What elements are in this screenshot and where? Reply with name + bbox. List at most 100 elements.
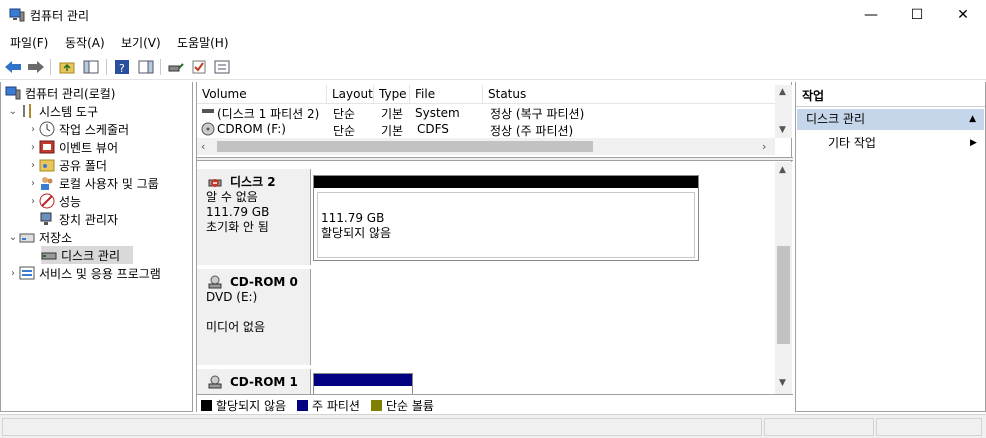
volume-list-horizontal-scrollbar[interactable]: ‹ › <box>197 138 775 155</box>
disk-2-partitions: 111.79 GB 할당되지 않음 <box>311 169 704 265</box>
legend-item: 주 파티션 <box>297 397 360 414</box>
connect-disk-button[interactable] <box>167 58 185 76</box>
horizontal-scroll-thumb[interactable] <box>217 141 593 152</box>
tree-item-event-viewer[interactable]: › 이벤트 뷰어 <box>27 138 118 156</box>
legend-item: 할당되지 않음 <box>201 397 286 414</box>
close-button[interactable]: ✕ <box>940 0 986 30</box>
chevron-right-icon[interactable]: › <box>27 160 39 171</box>
scroll-right-icon[interactable]: › <box>762 140 766 153</box>
svg-text:?: ? <box>119 62 125 75</box>
volume-list-vertical-scrollbar[interactable]: ▲ ▼ <box>775 85 792 138</box>
disk-name: 디스크 2 <box>230 175 276 189</box>
actions-section-disk-management[interactable]: 디스크 관리 ▲ <box>797 109 984 130</box>
volume-list-header: Volume Layout Type File System Status <box>197 85 775 120</box>
cdrom-icon <box>201 122 215 139</box>
disk-graphical-view: 디스크 2 알 수 없음 111.79 GB 초기화 안 됨 111.79 GB… <box>197 162 775 394</box>
actions-header: 작업 <box>796 86 985 107</box>
disk-management-pane: Volume Layout Type File System Status (디… <box>196 82 793 414</box>
volume-fs: CDFS <box>417 122 449 136</box>
chevron-right-icon[interactable]: › <box>27 178 39 189</box>
computer-management-icon <box>9 8 25 22</box>
tree-item-storage[interactable]: ⌄ 저장소 <box>7 228 72 246</box>
volume-row[interactable]: (디스크 1 파티션 2) 단순 기본 정상 (복구 파티션) <box>197 104 775 121</box>
disk-view-vertical-scrollbar[interactable]: ▲ ▼ <box>775 162 792 394</box>
column-header-layout[interactable]: Layout <box>327 85 374 104</box>
up-folder-button[interactable] <box>58 58 76 76</box>
forward-button[interactable] <box>27 58 45 76</box>
chevron-right-icon[interactable]: › <box>27 142 39 153</box>
scroll-down-icon[interactable]: ▼ <box>779 125 786 135</box>
legend-swatch <box>201 400 212 411</box>
status-section <box>764 418 874 436</box>
menu-bar: 파일(F) 동작(A) 보기(V) 도움말(H) <box>0 30 986 52</box>
tree-item-computer-management[interactable]: 컴퓨터 관리(로컬) <box>5 84 115 102</box>
disk-2-info[interactable]: 디스크 2 알 수 없음 111.79 GB 초기화 안 됨 <box>197 169 311 265</box>
chevron-down-icon[interactable]: ⌄ <box>7 232 19 243</box>
cdrom-0-info[interactable]: CD-ROM 0 DVD (E:) 미디어 없음 <box>197 269 311 365</box>
menu-action[interactable]: 동작(A) <box>65 34 105 51</box>
volume-row[interactable]: CDROM (F:) 단순 기본 CDFS 정상 (주 파티션) <box>197 121 775 138</box>
tree-item-disk-management[interactable]: 디스크 관리 <box>41 246 133 264</box>
scroll-left-icon[interactable]: ‹ <box>201 140 205 153</box>
help-button[interactable]: ? <box>113 58 131 76</box>
menu-view[interactable]: 보기(V) <box>121 34 161 51</box>
tree-item-performance[interactable]: › 성능 <box>27 192 81 210</box>
collapse-up-icon[interactable]: ▲ <box>969 109 976 130</box>
tree-item-label: 이벤트 뷰어 <box>59 140 119 155</box>
chevron-right-icon[interactable]: › <box>27 196 39 207</box>
window-title: 컴퓨터 관리 <box>30 9 90 23</box>
unallocated-partition[interactable]: 111.79 GB 할당되지 않음 <box>313 175 699 261</box>
tree-item-label: 로컬 사용자 및 그룹 <box>59 176 159 191</box>
column-header-status[interactable]: Status <box>483 85 775 104</box>
tree-item-shared-folders[interactable]: › 공유 폴더 <box>27 156 107 174</box>
column-header-type[interactable]: Type <box>374 85 410 104</box>
tree-item-device-manager[interactable]: 장치 관리자 <box>39 210 118 228</box>
chevron-right-icon[interactable]: › <box>27 124 39 135</box>
cdrom-0-partitions[interactable] <box>311 269 775 365</box>
tree-item-label: 저장소 <box>39 230 73 245</box>
legend-swatch <box>371 400 382 411</box>
legend-label: 주 파티션 <box>312 399 360 413</box>
volume-name: CDROM (F:) <box>217 122 286 136</box>
show-hide-tree-button[interactable] <box>82 58 100 76</box>
scroll-up-icon[interactable]: ▲ <box>779 87 786 97</box>
tree-item-label: 시스템 도구 <box>39 104 99 119</box>
tree-item-services-apps[interactable]: › 서비스 및 응용 프로그램 <box>7 264 161 282</box>
volume-layout: 단순 <box>333 107 356 121</box>
check-button[interactable] <box>190 58 208 76</box>
tree-item-system-tools[interactable]: ⌄ 시스템 도구 <box>7 102 98 120</box>
vertical-scroll-thumb[interactable] <box>777 246 790 344</box>
show-action-pane-button[interactable] <box>137 58 155 76</box>
services-icon <box>19 265 35 281</box>
primary-partition[interactable] <box>313 373 413 394</box>
back-button[interactable] <box>4 58 22 76</box>
chevron-down-icon[interactable]: ⌄ <box>7 106 19 117</box>
properties-button[interactable] <box>213 58 231 76</box>
cdrom-1-info[interactable]: CD-ROM 1 <box>197 369 311 394</box>
disk-spacer <box>206 305 310 320</box>
status-section <box>2 418 762 436</box>
device-manager-icon <box>39 211 55 227</box>
chevron-right-icon[interactable]: › <box>7 268 19 279</box>
performance-icon <box>39 193 55 209</box>
tree-item-label: 컴퓨터 관리(로컬) <box>25 86 116 101</box>
legend-item: 단순 볼륨 <box>371 397 434 414</box>
tree-item-local-users[interactable]: › 로컬 사용자 및 그룹 <box>27 174 159 192</box>
disk-name: CD-ROM 1 <box>230 375 298 389</box>
maximize-button[interactable]: ☐ <box>894 0 940 30</box>
cdrom-icon <box>208 375 224 393</box>
submenu-arrow-icon: ▶ <box>970 138 977 148</box>
scroll-up-icon[interactable]: ▲ <box>779 165 786 175</box>
scroll-down-icon[interactable]: ▼ <box>779 378 786 388</box>
action-more-actions[interactable]: 기타 작업 <box>828 134 876 152</box>
storage-icon <box>19 229 35 245</box>
column-header-volume[interactable]: Volume <box>197 85 327 104</box>
tree-item-label: 성능 <box>59 194 82 209</box>
menu-help[interactable]: 도움말(H) <box>177 34 229 51</box>
menu-file[interactable]: 파일(F) <box>10 34 48 51</box>
event-viewer-icon <box>39 139 55 155</box>
pane-splitter[interactable] <box>197 157 793 161</box>
minimize-button[interactable]: — <box>848 0 894 30</box>
tree-item-task-scheduler[interactable]: › 작업 스케줄러 <box>27 120 129 138</box>
column-header-file-system[interactable]: File System <box>410 85 483 120</box>
